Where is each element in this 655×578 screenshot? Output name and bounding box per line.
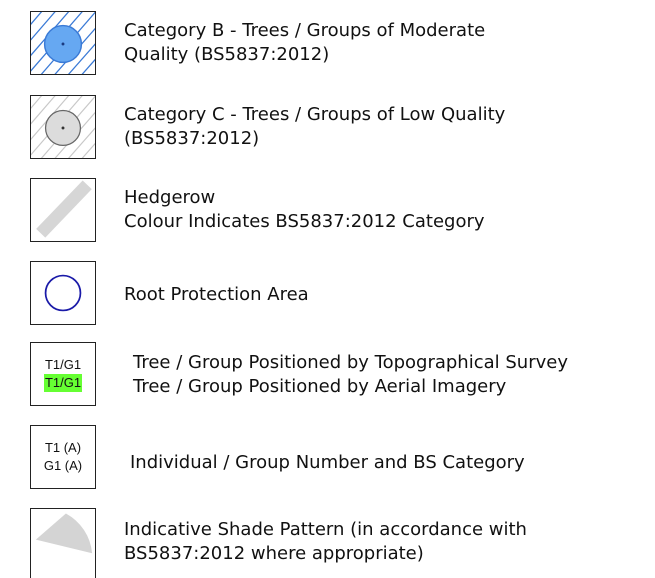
category-b-symbol-icon: [31, 12, 95, 74]
category-c-symbol-icon: [31, 96, 95, 158]
category-c-label: Category C - Trees / Groups of Low Quali…: [124, 104, 506, 149]
positioning-swatch: T1/G1 T1/G1: [30, 342, 96, 406]
hedgerow-symbol-icon: [36, 180, 92, 238]
category-b-swatch: [30, 11, 96, 75]
survey-tag: T1/G1: [44, 357, 82, 372]
category-b-label: Category B - Trees / Groups of Moderate …: [124, 20, 486, 65]
numbering-swatch: T1 (A) G1 (A): [30, 425, 96, 489]
shade-label: Indicative Shade Pattern (in accordance …: [124, 519, 527, 564]
rpa-swatch: [30, 261, 96, 325]
individual-tag: T1 (A): [44, 440, 82, 455]
hedgerow-label: Hedgerow Colour Indicates BS5837:2012 Ca…: [124, 187, 485, 232]
category-c-swatch: [30, 95, 96, 159]
shade-swatch: [30, 508, 96, 578]
aerial-tag: T1/G1: [43, 374, 83, 392]
group-tag: G1 (A): [43, 458, 83, 473]
rpa-label: Root Protection Area: [124, 284, 309, 305]
numbering-label: Individual / Group Number and BS Categor…: [130, 452, 525, 473]
hedgerow-swatch: [30, 178, 96, 242]
positioning-label: Tree / Group Positioned by Topographical…: [133, 352, 568, 397]
shade-pattern-icon: [35, 513, 93, 554]
root-protection-area-icon: [44, 274, 82, 312]
